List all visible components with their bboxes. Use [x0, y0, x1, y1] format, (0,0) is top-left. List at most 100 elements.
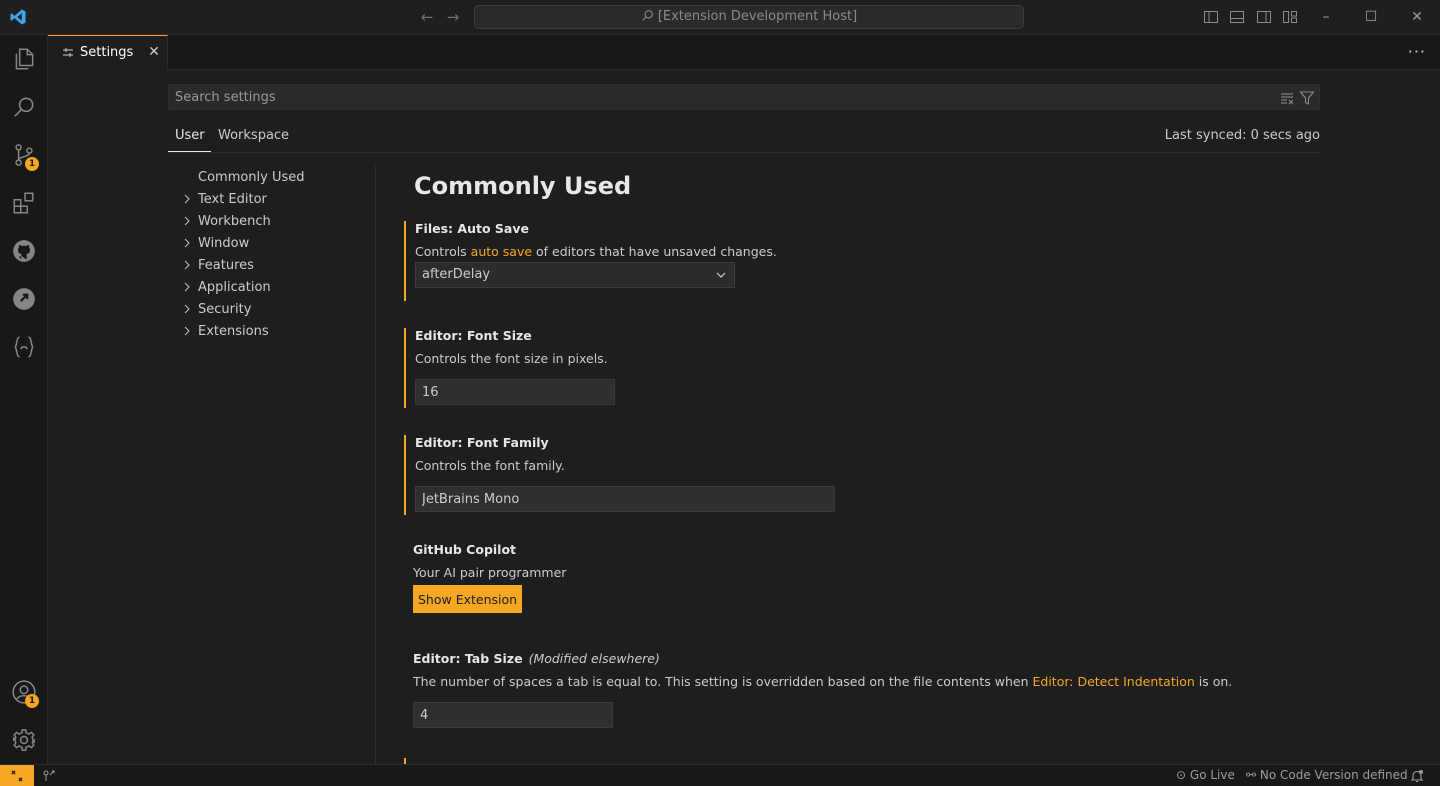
github-button[interactable]	[0, 227, 48, 275]
port-forward-icon[interactable]	[42, 769, 56, 783]
go-live-label: Go Live	[1189, 768, 1235, 782]
tab-workspace[interactable]: Workspace	[218, 128, 289, 143]
toc-item-extensions[interactable]: Extensions	[168, 321, 368, 343]
toc-label: Workbench	[198, 214, 271, 229]
toggle-panel-icon[interactable]	[1229, 9, 1245, 25]
tab-settings[interactable]: Settings ✕	[48, 35, 168, 70]
toc-label: Window	[198, 236, 250, 251]
font-family-input[interactable]	[415, 486, 835, 512]
desc-text: The number of spaces a tab is equal to. …	[413, 674, 1033, 689]
chevron-right-icon	[184, 216, 190, 226]
go-live-button[interactable]: ⊙ Go Live	[1176, 768, 1235, 782]
settings-search-box	[168, 84, 1320, 110]
toggle-secondary-sidebar-icon[interactable]	[1256, 9, 1272, 25]
customize-layout-icon[interactable]	[1282, 9, 1298, 25]
search-icon	[14, 97, 34, 117]
chevron-right-icon	[184, 304, 190, 314]
chevron-right-icon	[184, 194, 190, 204]
setting-description: The number of spaces a tab is equal to. …	[413, 674, 1232, 689]
remote-indicator-button[interactable]	[0, 765, 34, 786]
code-version-status[interactable]: ⚯ No Code Version defined	[1246, 768, 1408, 782]
chevron-right-icon	[184, 326, 190, 336]
toc-label: Features	[198, 258, 254, 273]
chevron-right-icon	[184, 238, 190, 248]
chevron-down-icon	[716, 272, 726, 278]
maximize-icon[interactable]: ☐	[1360, 6, 1382, 28]
toc-item-workbench[interactable]: Workbench	[168, 211, 368, 233]
clear-filter-icon[interactable]	[1279, 90, 1295, 106]
search-button[interactable]	[0, 83, 48, 131]
toc-item-application[interactable]: Application	[168, 277, 368, 299]
live-share-button[interactable]	[0, 275, 48, 323]
setting-category: Editor:	[415, 435, 467, 450]
command-center-text: [Extension Development Host]	[657, 9, 858, 24]
setting-title: Files: Auto Save	[415, 221, 529, 236]
setting-editor-font-family: Editor: Font Family Controls the font fa…	[404, 435, 1334, 515]
setting-description: Controls the font family.	[415, 458, 565, 473]
minimize-icon[interactable]: –	[1315, 6, 1337, 28]
desc-text: is on.	[1194, 674, 1233, 689]
toc-item-window[interactable]: Window	[168, 233, 368, 255]
link-icon: ⚯	[1246, 768, 1257, 782]
explorer-button[interactable]	[0, 35, 48, 83]
code-version-label: No Code Version defined	[1259, 768, 1408, 782]
broadcast-icon: ⊙	[1176, 768, 1187, 782]
forward-arrow-icon[interactable]: →	[444, 8, 462, 26]
gear-icon	[12, 728, 36, 752]
font-size-input[interactable]	[415, 379, 615, 405]
filter-icon[interactable]	[1299, 90, 1315, 106]
setting-editor-font-size: Editor: Font Size Controls the font size…	[404, 328, 1334, 408]
setting-editor-tab-size: Editor: Tab Size (Modified elsewhere) The…	[404, 651, 1334, 731]
status-bar: ⊙ Go Live ⚯ No Code Version defined	[0, 764, 1440, 786]
settings-search-input[interactable]	[175, 88, 1265, 106]
setting-title: Editor: Tab Size (Modified elsewhere)	[413, 651, 660, 666]
vscode-logo-icon	[10, 9, 26, 25]
toc-label: Application	[198, 280, 271, 295]
setting-title: Editor: Font Size	[415, 328, 532, 343]
back-arrow-icon[interactable]: ←	[418, 8, 436, 26]
setting-title: Editor: Font Family	[415, 435, 549, 450]
accounts-button[interactable]: 1	[0, 668, 48, 716]
auto-save-link[interactable]: auto save	[471, 244, 532, 259]
setting-title: GitHub Copilot	[413, 542, 516, 557]
settings-scope-tabs: User Workspace Last synced: 0 secs ago	[168, 124, 1320, 153]
detect-indentation-link[interactable]: Editor: Detect Indentation	[1032, 674, 1194, 689]
github-icon	[13, 240, 35, 262]
toc-item-commonly-used[interactable]: Commonly Used	[168, 167, 368, 189]
modified-elsewhere-indicator[interactable]: (Modified elsewhere)	[529, 651, 660, 666]
toc-label: Text Editor	[198, 192, 267, 207]
search-icon	[642, 10, 653, 21]
toc-item-security[interactable]: Security	[168, 299, 368, 321]
toc-divider	[375, 166, 376, 764]
show-extension-button[interactable]: Show Extension	[413, 585, 523, 613]
tab-user[interactable]: User	[175, 128, 205, 143]
toc-item-text-editor[interactable]: Text Editor	[168, 189, 368, 211]
toggle-primary-sidebar-icon[interactable]	[1203, 9, 1219, 25]
source-control-badge: 1	[25, 157, 39, 171]
setting-github-copilot: GitHub Copilot Your AI pair programmer S…	[404, 542, 1334, 624]
auto-save-dropdown[interactable]: afterDelay	[415, 262, 735, 288]
setting-files-auto-save: Files: Auto Save Controls auto save of e…	[404, 221, 1334, 301]
setting-key: Tab Size	[464, 651, 523, 666]
extensions-button[interactable]	[0, 179, 48, 227]
more-actions-icon[interactable]: ···	[1408, 42, 1426, 61]
setting-description: Your AI pair programmer	[413, 565, 567, 580]
close-window-icon[interactable]: ✕	[1406, 6, 1428, 28]
json-tools-button[interactable]	[0, 323, 48, 371]
active-tab-indicator	[168, 151, 211, 152]
notifications-bell-icon[interactable]	[1410, 769, 1424, 783]
command-center-search[interactable]: [Extension Development Host]	[474, 5, 1024, 29]
curly-braces-icon	[14, 336, 34, 358]
close-icon[interactable]: ✕	[146, 44, 162, 60]
tab-size-input[interactable]	[413, 702, 613, 728]
setting-description: Controls auto save of editors that have …	[415, 244, 777, 259]
live-share-icon	[13, 288, 35, 310]
setting-description: Controls the font size in pixels.	[415, 351, 608, 366]
desc-text: of editors that have unsaved changes.	[532, 244, 777, 259]
chevron-right-icon	[184, 282, 190, 292]
manage-button[interactable]	[0, 716, 48, 764]
source-control-button[interactable]: 1	[0, 131, 48, 179]
chevron-right-icon	[184, 260, 190, 270]
setting-key: Font Size	[466, 328, 532, 343]
toc-item-features[interactable]: Features	[168, 255, 368, 277]
